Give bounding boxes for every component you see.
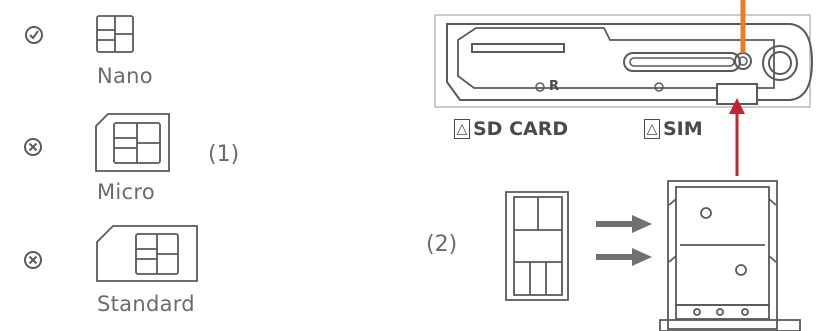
step-label-1: (1) — [208, 142, 240, 167]
sim-type-label-standard: Standard — [97, 292, 195, 316]
sd-card-port-label: △ SD CARD — [454, 118, 568, 141]
grey-arrow-bottom — [596, 248, 652, 266]
sim-type-label-micro: Micro — [97, 180, 156, 204]
sim-card-insert — [505, 191, 569, 301]
sim-label: SIM — [663, 118, 703, 140]
micro-sim-card — [95, 113, 170, 172]
slot-eject-hole — [734, 52, 752, 70]
sim-type-label-nano: Nano — [97, 64, 153, 88]
reset-label: R — [549, 79, 560, 94]
sim-diagram — [24, 0, 814, 331]
check-circle-icon — [25, 26, 43, 44]
red-up-arrow — [729, 98, 745, 176]
reset-hole — [535, 82, 545, 92]
x-circle-icon — [24, 138, 42, 156]
grey-arrow-top — [596, 215, 652, 233]
sd-card-label: SD CARD — [473, 118, 569, 140]
step-label-2: (2) — [426, 232, 458, 257]
mic-hole — [654, 82, 664, 92]
sim-port-label: △ SIM — [644, 118, 703, 141]
sim-slot — [623, 52, 741, 72]
warning-triangle-icon: △ — [454, 119, 470, 139]
nano-sim-card — [96, 15, 134, 53]
sd-card-slot — [471, 43, 565, 53]
standard-sim-card — [96, 225, 198, 282]
warning-triangle-icon: △ — [644, 119, 660, 139]
sim-tray — [659, 180, 801, 331]
x-circle-icon — [24, 251, 42, 269]
